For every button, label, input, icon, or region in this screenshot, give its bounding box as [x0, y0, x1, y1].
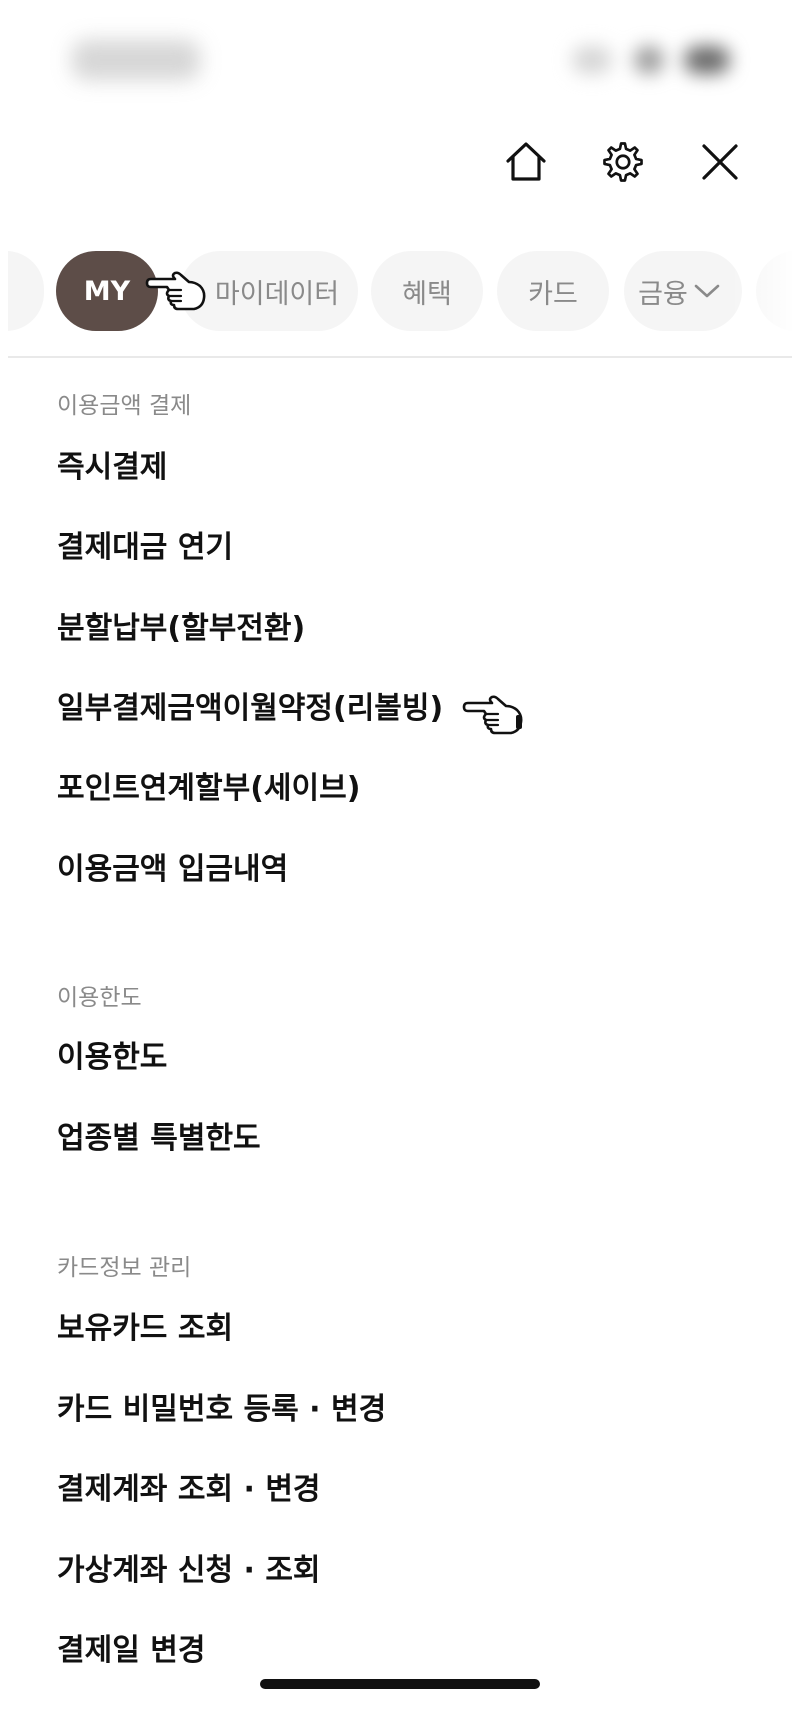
menu-item-point-installment[interactable]: 포인트연계할부(세이브) — [57, 769, 360, 809]
tab-fade-overlay — [732, 250, 792, 332]
status-indicators-blurred — [572, 38, 742, 82]
pointing-hand-icon — [462, 695, 523, 735]
menu-item-payment-account[interactable]: 결제계좌 조회 · 변경 — [57, 1470, 321, 1510]
menu-item-revolving[interactable]: 일부결제금액이월약정(리볼빙) — [57, 689, 443, 729]
menu-item-owned-cards[interactable]: 보유카드 조회 — [57, 1309, 233, 1349]
tab-partial-left[interactable] — [8, 251, 44, 331]
menu-item-billing-date[interactable]: 결제일 변경 — [57, 1631, 205, 1671]
section-title-limit: 이용한도 — [57, 985, 142, 1011]
menu-item-special-limit[interactable]: 업종별 특별한도 — [57, 1119, 261, 1159]
close-icon — [702, 144, 738, 180]
status-bar — [0, 0, 800, 110]
tab-benefit[interactable]: 혜택 — [371, 251, 483, 331]
tab-card[interactable]: 카드 — [497, 251, 609, 331]
menu-item-virtual-account[interactable]: 가상계좌 신청 · 조회 — [57, 1551, 321, 1591]
settings-button[interactable] — [591, 130, 655, 194]
menu-item-instant-payment[interactable]: 즉시결제 — [57, 448, 167, 488]
tabs-divider — [8, 356, 792, 358]
menu-item-payment-deferral[interactable]: 결제대금 연기 — [57, 528, 233, 568]
section-title-payment: 이용금액 결제 — [57, 393, 192, 419]
close-button[interactable] — [688, 130, 752, 194]
menu-item-card-pin[interactable]: 카드 비밀번호 등록 · 변경 — [57, 1390, 386, 1430]
tab-my[interactable]: MY — [56, 251, 158, 331]
menu-item-installment-conversion[interactable]: 분할납부(할부전환) — [57, 609, 305, 649]
section-title-card-info: 카드정보 관리 — [57, 1255, 192, 1281]
tab-finance[interactable]: 금융 — [624, 251, 742, 331]
home-icon — [506, 142, 546, 181]
top-toolbar — [0, 130, 800, 194]
home-indicator[interactable] — [260, 1679, 540, 1689]
gear-icon — [603, 142, 643, 182]
pointing-hand-icon — [145, 271, 206, 311]
menu-item-usage-limit[interactable]: 이용한도 — [57, 1038, 167, 1078]
menu-item-payment-history[interactable]: 이용금액 입금내역 — [57, 850, 288, 890]
category-tabs: MY 마이데이터 혜택 카드 금융 — [8, 250, 792, 332]
home-button[interactable] — [494, 130, 558, 194]
status-time-blurred — [72, 40, 200, 80]
chevron-down-icon — [694, 284, 720, 298]
